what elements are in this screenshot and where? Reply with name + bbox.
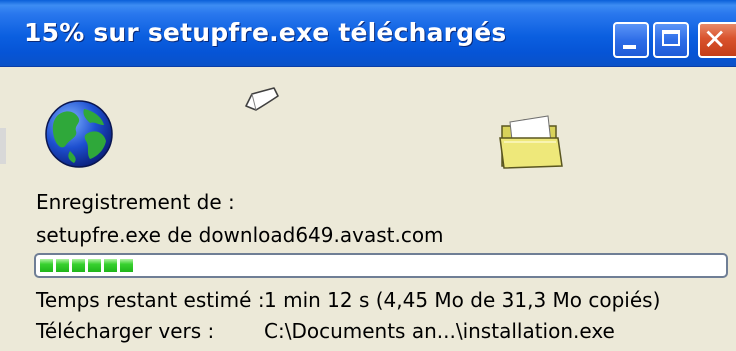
close-button[interactable]: ✕ [698, 22, 736, 58]
progress-segment [72, 259, 85, 272]
download-to-path: C:\Documents an...\installation.exe [264, 319, 615, 343]
download-dialog: 15% sur setupfre.exe téléchargés ✕ Enreg… [0, 0, 736, 351]
time-remaining-label: Temps restant estimé : [36, 288, 265, 312]
maximize-icon [662, 30, 680, 46]
progress-segment [120, 259, 133, 272]
window-title: 15% sur setupfre.exe téléchargés [24, 18, 507, 47]
minimize-icon [623, 45, 636, 49]
download-to-label: Télécharger vers : [36, 319, 215, 343]
window-edge [0, 128, 6, 164]
time-remaining-value: 1 min 12 s (4,45 Mo de 31,3 Mo copiés) [264, 288, 661, 312]
saving-label: Enregistrement de : [36, 190, 235, 214]
progress-segment [88, 259, 101, 272]
close-icon: ✕ [703, 23, 727, 56]
progress-segment [104, 259, 117, 272]
progress-segment [56, 259, 69, 272]
minimize-button[interactable] [613, 22, 649, 58]
progress-fill [40, 259, 133, 272]
open-folder-icon [499, 115, 563, 169]
title-bar[interactable]: 15% sur setupfre.exe téléchargés ✕ [0, 0, 736, 67]
flying-document-icon [245, 87, 279, 111]
globe-icon [45, 100, 113, 168]
progress-segment [40, 259, 53, 272]
download-progress-bar [34, 253, 728, 278]
maximize-button[interactable] [653, 22, 689, 58]
download-source: setupfre.exe de download649.avast.com [36, 223, 444, 247]
